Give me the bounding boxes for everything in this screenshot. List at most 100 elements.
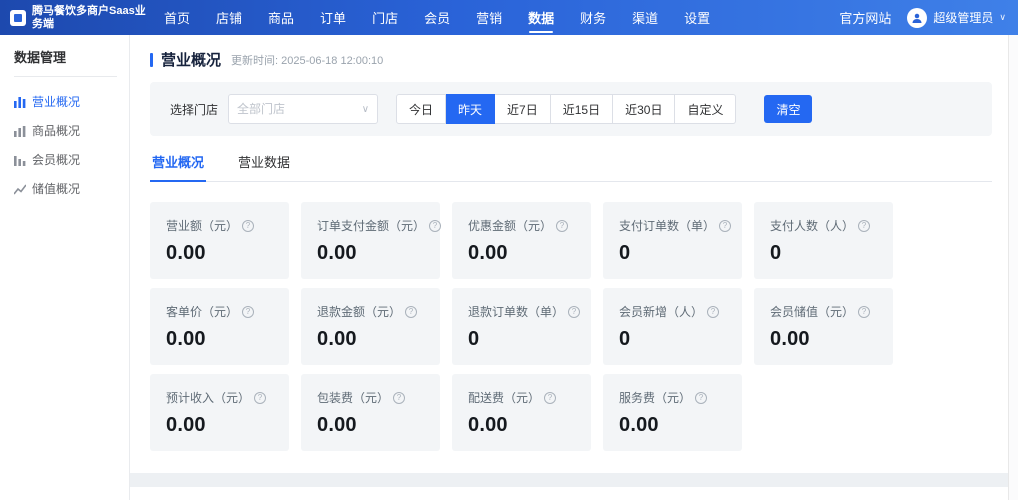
sidebar-item-label: 会员概况 [32, 151, 80, 168]
trend-panel: 趋势统计 [130, 487, 1008, 500]
stat-value: 0.00 [770, 328, 877, 351]
user-menu[interactable]: 超级管理员 ∨ [907, 8, 1006, 28]
help-icon[interactable]: ? [429, 220, 441, 232]
stat-label: 支付订单数（单） [619, 217, 715, 234]
nav-item-data[interactable]: 数据 [522, 0, 560, 36]
sidebar-item-goods-overview[interactable]: 商品概况 [14, 116, 129, 145]
stat-value: 0.00 [317, 242, 424, 265]
sidebar-item-label: 储值概况 [32, 180, 80, 197]
nav-item-data-label: 数据 [528, 11, 554, 26]
store-select-label: 选择门店 [170, 101, 218, 118]
stat-card-delivery-fee: 配送费（元）? 0.00 [452, 374, 591, 451]
stat-label: 包装费（元） [317, 389, 389, 406]
nav-item-stores[interactable]: 门店 [366, 0, 404, 36]
app-logo-icon [10, 10, 26, 26]
stat-label: 营业额（元） [166, 217, 238, 234]
chevron-down-icon: ∨ [362, 104, 369, 115]
nav-item-members[interactable]: 会员 [418, 0, 456, 36]
help-icon[interactable]: ? [254, 392, 266, 404]
sidebar-divider [14, 76, 117, 77]
bar-chart-icon [14, 96, 26, 108]
stat-label: 预计收入（元） [166, 389, 250, 406]
nav-item-marketing[interactable]: 营销 [470, 0, 508, 36]
stat-card-member-stored-value: 会员储值（元）? 0.00 [754, 288, 893, 365]
sidebar-item-business-overview[interactable]: 营业概况 [14, 87, 129, 116]
scrollbar[interactable] [1008, 35, 1018, 500]
help-icon[interactable]: ? [242, 220, 254, 232]
sidebar-title: 数据管理 [14, 47, 129, 76]
stat-card-refund-order-count: 退款订单数（单）? 0 [452, 288, 591, 365]
active-tab-underline [529, 31, 553, 33]
date-btn-yesterday[interactable]: 昨天 [446, 94, 495, 124]
help-icon[interactable]: ? [858, 306, 870, 318]
stat-card-paid-order-count: 支付订单数（单）? 0 [603, 202, 742, 279]
nav-item-shop[interactable]: 店铺 [210, 0, 248, 36]
stat-card-paying-customers: 支付人数（人）? 0 [754, 202, 893, 279]
help-icon[interactable]: ? [393, 392, 405, 404]
stat-value: 0 [619, 328, 726, 351]
tab-business-overview[interactable]: 营业概况 [150, 152, 206, 181]
stat-card-service-fee: 服务费（元）? 0.00 [603, 374, 742, 451]
nav-item-goods[interactable]: 商品 [262, 0, 300, 36]
nav-item-orders[interactable]: 订单 [314, 0, 352, 36]
help-icon[interactable]: ? [568, 306, 580, 318]
sidebar-item-stored-value-overview[interactable]: 储值概况 [14, 174, 129, 203]
stat-value: 0.00 [619, 414, 726, 437]
app-title: 腾马餐饮多商户Saas业务端 [32, 5, 150, 31]
date-btn-today[interactable]: 今日 [396, 94, 446, 124]
nav-item-channels[interactable]: 渠道 [626, 0, 664, 36]
stat-label: 订单支付金额（元） [317, 217, 425, 234]
stat-card-estimated-income: 预计收入（元）? 0.00 [150, 374, 289, 451]
help-icon[interactable]: ? [405, 306, 417, 318]
help-icon[interactable]: ? [556, 220, 568, 232]
help-icon[interactable]: ? [858, 220, 870, 232]
page-title: 营业概况 [161, 49, 221, 70]
official-site-link[interactable]: 官方网站 [839, 8, 891, 27]
help-icon[interactable]: ? [707, 306, 719, 318]
date-btn-15days[interactable]: 近15日 [551, 94, 613, 124]
stat-label: 配送费（元） [468, 389, 540, 406]
tab-business-data[interactable]: 营业数据 [236, 152, 292, 181]
filter-bar: 选择门店 ∨ 今日 昨天 近7日 近15日 近30日 自定义 清空 [150, 82, 992, 136]
stat-card-grid: 营业额（元）? 0.00 订单支付金额（元）? 0.00 优惠金额（元）? 0.… [150, 202, 992, 451]
overview-tabs: 营业概况 营业数据 [150, 152, 992, 182]
help-icon[interactable]: ? [719, 220, 731, 232]
bar-chart-icon [14, 154, 26, 166]
stat-card-avg-order-value: 客单价（元）? 0.00 [150, 288, 289, 365]
stat-value: 0 [619, 242, 726, 265]
bar-chart-icon [14, 125, 26, 137]
user-avatar [907, 8, 927, 28]
store-select[interactable]: ∨ [228, 94, 378, 124]
date-btn-custom[interactable]: 自定义 [675, 94, 736, 124]
sidebar: 数据管理 营业概况 商品概况 会员概况 [0, 35, 130, 500]
section-gap [130, 473, 1008, 487]
stat-value: 0.00 [166, 328, 273, 351]
date-btn-7days[interactable]: 近7日 [495, 94, 551, 124]
stat-card-discount-amount: 优惠金额（元）? 0.00 [452, 202, 591, 279]
nav-item-finance[interactable]: 财务 [574, 0, 612, 36]
sidebar-item-label: 营业概况 [32, 93, 80, 110]
help-icon[interactable]: ? [695, 392, 707, 404]
help-icon[interactable]: ? [242, 306, 254, 318]
stat-value: 0.00 [166, 242, 273, 265]
clear-button[interactable]: 清空 [764, 95, 812, 123]
stat-value: 0.00 [166, 414, 273, 437]
date-btn-30days[interactable]: 近30日 [613, 94, 675, 124]
updated-time: 更新时间: 2025-06-18 12:00:10 [231, 52, 383, 68]
stat-label: 会员储值（元） [770, 303, 854, 320]
stat-card-packaging-fee: 包装费（元）? 0.00 [301, 374, 440, 451]
sidebar-item-member-overview[interactable]: 会员概况 [14, 145, 129, 174]
help-icon[interactable]: ? [544, 392, 556, 404]
user-name: 超级管理员 [933, 9, 993, 26]
app-logo: 腾马餐饮多商户Saas业务端 [10, 5, 150, 31]
stat-value: 0 [468, 328, 575, 351]
store-select-input[interactable] [237, 102, 358, 116]
navbar-right: 官方网站 超级管理员 ∨ [839, 8, 1006, 28]
date-range-group: 今日 昨天 近7日 近15日 近30日 自定义 [396, 94, 736, 124]
nav-item-settings[interactable]: 设置 [678, 0, 716, 36]
stat-value: 0 [770, 242, 877, 265]
business-overview-panel: 营业概况 更新时间: 2025-06-18 12:00:10 选择门店 ∨ 今日… [130, 35, 1008, 473]
stat-label: 客单价（元） [166, 303, 238, 320]
stat-label: 支付人数（人） [770, 217, 854, 234]
nav-item-home[interactable]: 首页 [158, 0, 196, 36]
